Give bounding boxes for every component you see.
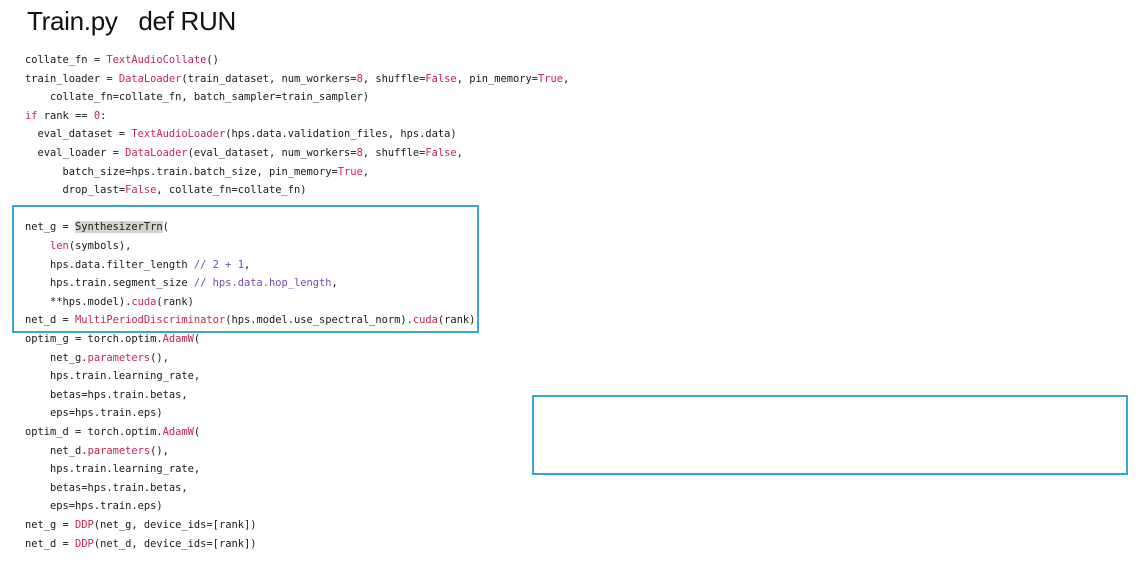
code-token: DDP <box>75 519 94 531</box>
left-code-line: net_d = DDP(net_d, device_ids=[rank]) <box>25 535 256 553</box>
code-token: train_loader = <box>25 72 119 85</box>
left-code-line: net_g = DDP(net_g, device_ids=[rank]) <box>25 516 256 534</box>
code-token: hps.train.learning_rate, <box>25 370 201 383</box>
left-code-line: drop_last=False, collate_fn=collate_fn) <box>25 181 307 199</box>
code-token: parameters <box>87 351 151 364</box>
code-token: batch_size=hps.train.batch_size, pin_mem… <box>25 165 338 178</box>
code-token: () <box>206 54 219 66</box>
code-token: (), <box>150 444 169 457</box>
code-token: collate_fn = <box>25 54 107 66</box>
code-token: parameters <box>87 444 151 457</box>
code-token: (train_dataset, num_workers= <box>181 72 357 85</box>
code-token: ( <box>193 333 201 345</box>
code-token: net_d. <box>25 444 88 457</box>
code-token: False <box>425 147 457 159</box>
code-token: optim_d = torch.optim. <box>25 426 163 438</box>
left-code-line: eval_loader = DataLoader(eval_dataset, n… <box>25 144 463 162</box>
code-token: eval_dataset = <box>25 128 132 141</box>
code-token: DDP <box>75 537 94 550</box>
page-title: Train.py def RUN <box>27 6 236 36</box>
code-token: eps=hps.train.eps) <box>25 407 163 420</box>
code-token: eps=hps.train.eps) <box>25 500 163 513</box>
code-token: , <box>563 72 570 85</box>
left-code-line: optim_d = torch.optim.AdamW( <box>25 423 200 441</box>
code-token: , collate_fn=collate_fn) <box>156 184 307 197</box>
left-code-line: betas=hps.train.betas, <box>25 479 188 497</box>
left-code-line: batch_size=hps.train.batch_size, pin_mem… <box>25 163 370 181</box>
code-token: , pin_memory= <box>456 72 539 85</box>
left-code-line: net_d.parameters(), <box>25 442 169 460</box>
left-code-line: eps=hps.train.eps) <box>25 497 163 515</box>
code-token: ( <box>193 426 201 438</box>
code-token: eval_loader = <box>25 147 126 159</box>
code-token: , <box>456 147 463 159</box>
left-code-line: eps=hps.train.eps) <box>25 404 163 422</box>
code-token: : <box>100 109 107 122</box>
left-code-line: collate_fn = TextAudioCollate() <box>25 51 219 69</box>
left-code-line: eval_dataset = TextAudioLoader(hps.data.… <box>25 125 457 143</box>
model-init-highlight-box <box>12 205 479 333</box>
left-code-line: hps.train.learning_rate, <box>25 460 200 478</box>
left-code-line: if rank == 0: <box>25 107 106 125</box>
code-token: (eval_dataset, num_workers= <box>187 147 357 159</box>
code-token: , <box>362 165 370 178</box>
code-token: net_d = <box>25 537 76 550</box>
code-token: False <box>425 72 457 85</box>
code-token: False <box>125 184 157 197</box>
code-token: rank == <box>37 109 94 122</box>
code-token: DataLoader <box>118 72 182 85</box>
code-token: net_g = <box>25 519 76 531</box>
code-token: (net_g, device_ids=[rank]) <box>93 519 257 531</box>
code-token: (), <box>150 351 169 364</box>
code-token: DataLoader <box>125 147 188 159</box>
code-token: drop_last= <box>25 184 126 197</box>
left-code-line: betas=hps.train.betas, <box>25 386 188 404</box>
code-token: (hps.data.validation_files, hps.data) <box>225 128 457 141</box>
code-token: net_g. <box>25 351 88 364</box>
code-token: , shuffle= <box>362 147 426 159</box>
left-code-line: net_g.parameters(), <box>25 349 169 367</box>
code-token: collate_fn=collate_fn, batch_sampler=tra… <box>25 91 370 104</box>
code-token: AdamW <box>162 426 194 438</box>
left-code-line: hps.train.learning_rate, <box>25 367 200 385</box>
code-token: True <box>538 72 564 85</box>
code-token: if <box>25 109 38 122</box>
code-token: optim_g = torch.optim. <box>25 333 163 345</box>
left-code-line: collate_fn=collate_fn, batch_sampler=tra… <box>25 88 369 106</box>
code-token: TextAudioLoader <box>131 128 226 141</box>
code-token: betas=hps.train.betas, <box>25 388 188 401</box>
code-token: TextAudioCollate <box>106 54 207 66</box>
code-token: (net_d, device_ids=[rank]) <box>93 537 257 550</box>
code-token: AdamW <box>162 333 194 345</box>
left-code-line: train_loader = DataLoader(train_dataset,… <box>25 70 569 88</box>
code-token: hps.train.learning_rate, <box>25 463 201 476</box>
code-token: True <box>337 165 363 178</box>
train-loop-highlight-box <box>532 395 1128 475</box>
code-token: betas=hps.train.betas, <box>25 481 188 494</box>
code-token: , shuffle= <box>362 72 426 85</box>
